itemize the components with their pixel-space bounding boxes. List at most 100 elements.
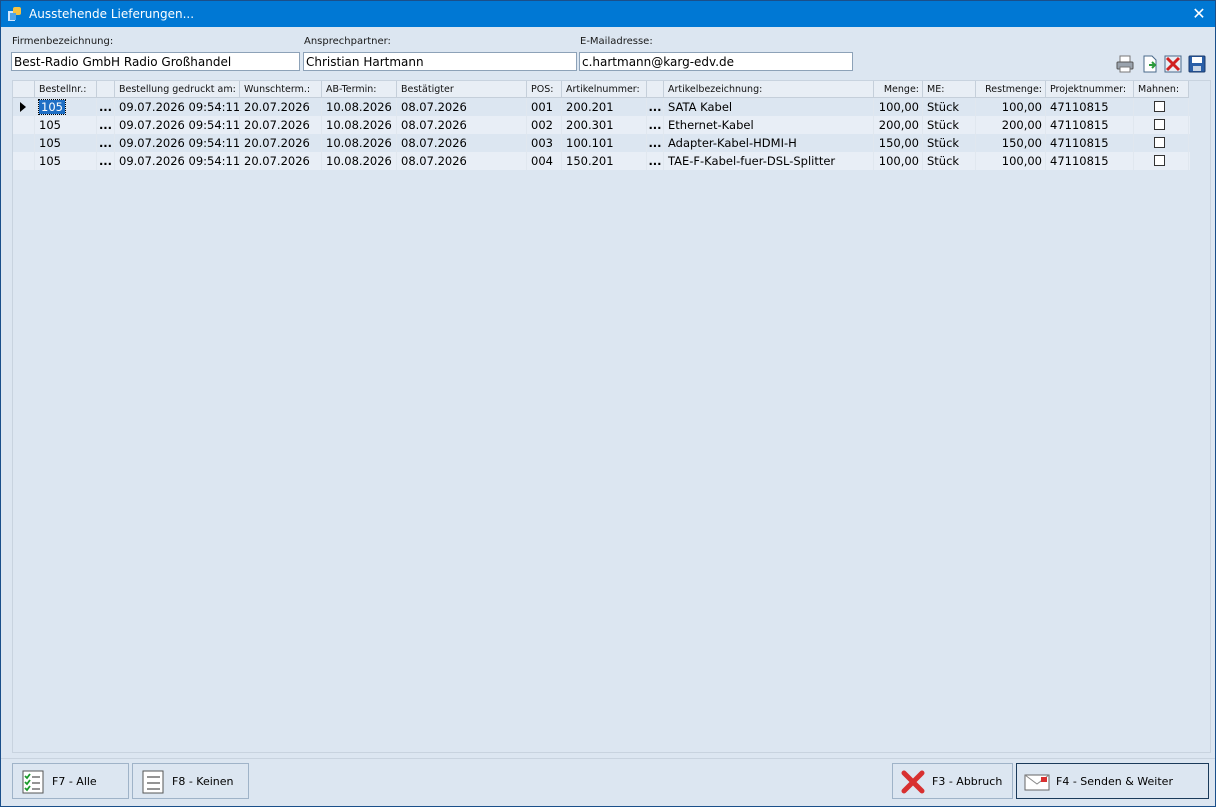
header-restmenge[interactable]: Restmenge: <box>976 81 1046 98</box>
row-indicator[interactable] <box>13 116 35 134</box>
cell-mahnen[interactable] <box>1134 134 1189 152</box>
cell-restmenge[interactable]: 100,00 <box>976 98 1046 116</box>
cell-ab-termin[interactable]: 10.08.2026 <box>322 116 397 134</box>
header-artikelbezeichnung[interactable]: Artikelbezeichnung: <box>664 81 874 98</box>
cell-gedruckt[interactable]: 09.07.2026 09:54:11 <box>115 98 240 116</box>
header-bestaetigt[interactable]: Bestätigter <box>397 81 527 98</box>
cell-restmenge[interactable]: 100,00 <box>976 152 1046 170</box>
empty-list-icon <box>142 770 164 794</box>
table-row[interactable]: 105... 09.07.2026 09:54:11 20.07.2026 10.08… <box>13 116 1190 134</box>
cell-bestellnr[interactable]: 105 <box>35 134 97 152</box>
cell-projektnummer[interactable]: 47110815 <box>1046 116 1134 134</box>
cell-me[interactable]: Stück <box>923 116 976 134</box>
save-disk-icon[interactable] <box>1188 55 1206 73</box>
row-indicator[interactable] <box>13 98 35 116</box>
close-button[interactable]: ✕ <box>1188 3 1210 25</box>
cell-restmenge[interactable]: 150,00 <box>976 134 1046 152</box>
cell-bestaetigt[interactable]: 08.07.2026 <box>397 152 527 170</box>
cell-artikelbezeichnung[interactable]: TAE-F-Kabel-fuer-DSL-Splitter <box>664 152 874 170</box>
header-wunschtermin[interactable]: Wunschterm.: <box>240 81 322 98</box>
header-bestellnr[interactable]: Bestellnr.: <box>35 81 97 98</box>
mahnen-checkbox[interactable] <box>1154 137 1165 148</box>
select-all-label: F7 - Alle <box>52 775 97 788</box>
table-row[interactable]: 105... 09.07.2026 09:54:11 20.07.2026 10.08… <box>13 152 1190 170</box>
bestellnr-lookup-button[interactable]: ... <box>97 134 115 152</box>
firma-field[interactable]: Best-Radio GmbH Radio Großhandel <box>11 52 300 71</box>
cell-menge[interactable]: 100,00 <box>874 98 923 116</box>
cell-gedruckt[interactable]: 09.07.2026 09:54:11 <box>115 134 240 152</box>
cell-pos[interactable]: 003 <box>527 134 562 152</box>
cell-projektnummer[interactable]: 47110815 <box>1046 98 1134 116</box>
header-ab-termin[interactable]: AB-Termin: <box>322 81 397 98</box>
cell-wunschtermin[interactable]: 20.07.2026 <box>240 116 322 134</box>
select-none-button[interactable]: F8 - Keinen <box>132 763 249 799</box>
send-continue-button[interactable]: F4 - Senden & Weiter <box>1016 763 1209 799</box>
ansprech-field[interactable]: Christian Hartmann <box>303 52 577 71</box>
cell-gedruckt[interactable]: 09.07.2026 09:54:11 <box>115 116 240 134</box>
cell-me[interactable]: Stück <box>923 98 976 116</box>
cell-bestellnr[interactable]: 105 <box>35 152 97 170</box>
cell-gedruckt[interactable]: 09.07.2026 09:54:11 <box>115 152 240 170</box>
select-all-button[interactable]: F7 - Alle <box>12 763 129 799</box>
cell-artikelbezeichnung[interactable]: Ethernet-Kabel <box>664 116 874 134</box>
cell-pos[interactable]: 002 <box>527 116 562 134</box>
artikel-lookup-button[interactable]: ... <box>647 116 664 134</box>
cell-wunschtermin[interactable]: 20.07.2026 <box>240 134 322 152</box>
artikel-lookup-button[interactable]: ... <box>647 134 664 152</box>
artikel-lookup-button[interactable]: ... <box>647 98 664 116</box>
table-row[interactable]: 105... 09.07.2026 09:54:11 20.07.2026 10.08… <box>13 98 1190 116</box>
cell-mahnen[interactable] <box>1134 152 1189 170</box>
row-indicator[interactable] <box>13 152 35 170</box>
cell-ab-termin[interactable]: 10.08.2026 <box>322 152 397 170</box>
bestellnr-lookup-button[interactable]: ... <box>97 98 115 116</box>
cell-artikelnummer[interactable]: 150.201 <box>562 152 647 170</box>
cell-projektnummer[interactable]: 47110815 <box>1046 134 1134 152</box>
cell-wunschtermin[interactable]: 20.07.2026 <box>240 98 322 116</box>
cell-artikelnummer[interactable]: 200.201 <box>562 98 647 116</box>
cell-me[interactable]: Stück <box>923 134 976 152</box>
cell-artikelnummer[interactable]: 100.101 <box>562 134 647 152</box>
cell-wunschtermin[interactable]: 20.07.2026 <box>240 152 322 170</box>
cell-projektnummer[interactable]: 47110815 <box>1046 152 1134 170</box>
delete-icon[interactable] <box>1164 55 1182 73</box>
cell-bestaetigt[interactable]: 08.07.2026 <box>397 98 527 116</box>
cancel-button[interactable]: F3 - Abbruch <box>892 763 1013 799</box>
cell-mahnen[interactable] <box>1134 98 1189 116</box>
bestellnr-lookup-button[interactable]: ... <box>97 116 115 134</box>
bestellnr-lookup-button[interactable]: ... <box>97 152 115 170</box>
header-projektnummer[interactable]: Projektnummer: <box>1046 81 1134 98</box>
header-menge[interactable]: Menge: <box>874 81 923 98</box>
mahnen-checkbox[interactable] <box>1154 155 1165 166</box>
cell-bestaetigt[interactable]: 08.07.2026 <box>397 116 527 134</box>
cell-me[interactable]: Stück <box>923 152 976 170</box>
mahnen-checkbox[interactable] <box>1154 101 1165 112</box>
table-row[interactable]: 105... 09.07.2026 09:54:11 20.07.2026 10.08… <box>13 134 1190 152</box>
cell-menge[interactable]: 150,00 <box>874 134 923 152</box>
cell-artikelbezeichnung[interactable]: SATA Kabel <box>664 98 874 116</box>
email-field[interactable]: c.hartmann@karg-edv.de <box>579 52 853 71</box>
cell-pos[interactable]: 004 <box>527 152 562 170</box>
artikel-lookup-button[interactable]: ... <box>647 152 664 170</box>
cell-menge[interactable]: 100,00 <box>874 152 923 170</box>
cell-artikelbezeichnung[interactable]: Adapter-Kabel-HDMI-H <box>664 134 874 152</box>
cell-bestellnr[interactable]: 105 <box>35 116 97 134</box>
header-me[interactable]: ME: <box>923 81 976 98</box>
header-gedruckt[interactable]: Bestellung gedruckt am: <box>115 81 240 98</box>
cell-menge[interactable]: 200,00 <box>874 116 923 134</box>
header-pos[interactable]: POS: <box>527 81 562 98</box>
cell-mahnen[interactable] <box>1134 116 1189 134</box>
cell-bestaetigt[interactable]: 08.07.2026 <box>397 134 527 152</box>
header-mahnen[interactable]: Mahnen: <box>1134 81 1189 98</box>
row-indicator[interactable] <box>13 134 35 152</box>
cell-restmenge[interactable]: 200,00 <box>976 116 1046 134</box>
cell-ab-termin[interactable]: 10.08.2026 <box>322 134 397 152</box>
cell-pos[interactable]: 001 <box>527 98 562 116</box>
header-artikelnummer[interactable]: Artikelnummer: <box>562 81 647 98</box>
cell-bestellnr[interactable]: 105 <box>35 98 97 116</box>
export-document-icon[interactable] <box>1141 55 1159 73</box>
mahnen-checkbox[interactable] <box>1154 119 1165 130</box>
printer-icon[interactable] <box>1116 55 1134 73</box>
ansprech-label: Ansprechpartner: <box>304 36 391 47</box>
cell-ab-termin[interactable]: 10.08.2026 <box>322 98 397 116</box>
cell-artikelnummer[interactable]: 200.301 <box>562 116 647 134</box>
